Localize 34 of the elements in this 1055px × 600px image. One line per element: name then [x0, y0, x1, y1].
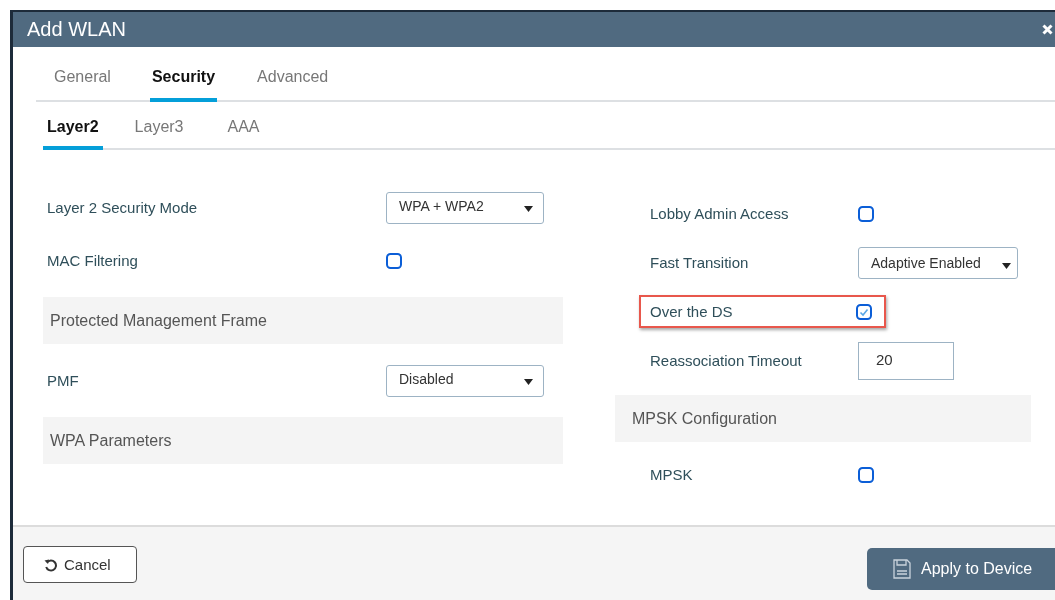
tab[interactable]: Security	[149, 68, 218, 102]
caret-icon	[524, 205, 533, 212]
caret-icon	[524, 378, 533, 385]
field-label: Reassociation Timeout	[650, 352, 803, 369]
checkbox[interactable]	[856, 303, 872, 320]
checkbox[interactable]	[858, 466, 874, 483]
section-heading: Protected Management Frame	[50, 311, 267, 330]
field-label: Lobby Admin Access	[650, 205, 790, 222]
field-label: Over the DS	[650, 303, 734, 320]
field-label: Fast Transition	[650, 254, 750, 271]
tab[interactable]: General	[52, 68, 113, 102]
dropdown[interactable]: Adaptive Enabled	[858, 246, 1018, 279]
caret-icon	[1002, 262, 1011, 269]
field-label: Layer 2 Security Mode	[47, 199, 199, 216]
dropdown[interactable]: WPA + WPA2	[386, 191, 544, 224]
field-label: PMF	[47, 372, 80, 389]
tab[interactable]: Layer3	[130, 118, 188, 150]
dialog-title: Add WLAN	[27, 18, 126, 41]
field-label: MPSK	[650, 466, 694, 483]
dropdown[interactable]: Disabled	[386, 364, 544, 397]
tab[interactable]: Layer2	[43, 118, 103, 150]
input-field[interactable]: 20	[858, 341, 954, 380]
apply-button[interactable]: Apply to Device	[867, 547, 1055, 590]
tab[interactable]: AAA	[223, 118, 264, 150]
cancel-button[interactable]: Cancel	[23, 546, 137, 583]
checkbox[interactable]	[386, 252, 402, 269]
section-heading: WPA Parameters	[50, 431, 172, 450]
close-icon[interactable]	[1042, 24, 1053, 35]
checkbox[interactable]	[858, 205, 874, 222]
section-heading: MPSK Configuration	[632, 409, 777, 428]
tab[interactable]: Advanced	[255, 68, 331, 102]
field-label: MAC Filtering	[47, 252, 139, 269]
save-icon	[893, 558, 911, 579]
undo-icon	[44, 557, 58, 572]
